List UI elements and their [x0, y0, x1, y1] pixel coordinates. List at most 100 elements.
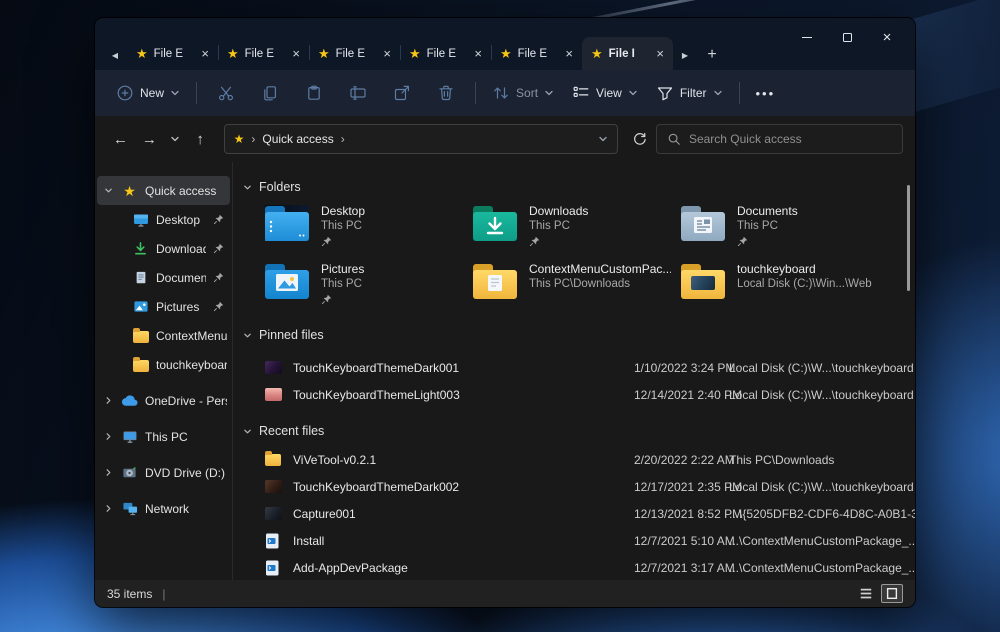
- rename-button[interactable]: [336, 76, 380, 110]
- view-label: View: [596, 86, 622, 100]
- folder-icon: [132, 357, 149, 373]
- file-row[interactable]: TouchKeyboardThemeLight003 12/14/2021 2:…: [265, 381, 915, 408]
- folder-tile-pictures[interactable]: Pictures This PC: [255, 262, 463, 310]
- sidebar-item-pictures[interactable]: Pictures: [97, 292, 230, 321]
- new-button[interactable]: New: [107, 76, 189, 110]
- file-date: 12/13/2021 8:52 PM: [634, 507, 729, 521]
- forward-button[interactable]: →: [136, 126, 163, 153]
- address-dropdown-icon[interactable]: [598, 134, 608, 144]
- search-input[interactable]: [689, 132, 892, 146]
- folder-tile-contextmenucustompac[interactable]: ContextMenuCustomPac... This PC\Download…: [463, 262, 671, 310]
- clipboard-icon: [305, 84, 323, 102]
- tab-file-explorer[interactable]: ★ File E ×: [127, 37, 218, 70]
- tab-close-icon[interactable]: ×: [292, 47, 300, 60]
- file-row[interactable]: Install 12/7/2021 5:10 AM ...\ContextMen…: [265, 527, 915, 554]
- scrollbar-thumb[interactable]: [907, 185, 910, 291]
- folder-tile-downloads[interactable]: Downloads This PC: [463, 204, 671, 252]
- delete-button[interactable]: [424, 76, 468, 110]
- tab-file-explorer[interactable]: ★ File E ×: [491, 37, 582, 70]
- titlebar: ◀ ★ File E × ★ File E × ★ File E × ★: [95, 18, 915, 70]
- file-row[interactable]: ViVeTool-v0.2.1 2/20/2022 2:22 AM This P…: [265, 446, 915, 473]
- file-row[interactable]: TouchKeyboardThemeDark001 1/10/2022 3:24…: [265, 354, 915, 381]
- tab-file-explorer[interactable]: ★ File E ×: [309, 37, 400, 70]
- pin-icon: [213, 301, 224, 312]
- copy-button[interactable]: [248, 76, 292, 110]
- maximize-button[interactable]: [827, 24, 867, 50]
- section-header-folders[interactable]: Folders: [243, 176, 915, 198]
- sidebar-item-downloads[interactable]: Downloads: [97, 234, 230, 263]
- sidebar-item-quick-access[interactable]: ★ Quick access: [97, 176, 230, 205]
- chevron-right-icon[interactable]: [104, 468, 114, 477]
- up-button[interactable]: ↑: [187, 126, 214, 153]
- share-button[interactable]: [380, 76, 424, 110]
- recent-locations-button[interactable]: [165, 126, 185, 153]
- toolbar-divider: [739, 82, 740, 104]
- sidebar-item-onedrive[interactable]: OneDrive - Personal: [97, 386, 230, 415]
- tab-scroll-left-button[interactable]: ◀: [103, 40, 127, 70]
- star-icon: ★: [591, 47, 603, 60]
- section-header-pinned-files[interactable]: Pinned files: [243, 324, 915, 346]
- new-tab-button[interactable]: +: [697, 40, 727, 70]
- yellow-folder-icon: [473, 263, 517, 299]
- paste-button[interactable]: [292, 76, 336, 110]
- sort-button[interactable]: Sort: [483, 76, 563, 110]
- section-header-recent-files[interactable]: Recent files: [243, 420, 915, 442]
- sidebar-label: Documents: [156, 271, 206, 285]
- navigation-bar: ← → ↑ ★ › Quick access ›: [95, 116, 915, 162]
- folder-tile-touchkeyboard[interactable]: touchkeyboard Local Disk (C:)\Win...\Web: [671, 262, 879, 310]
- sidebar-item-this-pc[interactable]: This PC: [97, 422, 230, 451]
- tab-file-explorer[interactable]: ★ File E ×: [400, 37, 491, 70]
- search-box[interactable]: [656, 124, 903, 154]
- view-button[interactable]: View: [563, 76, 647, 110]
- sidebar-item-desktop[interactable]: Desktop: [97, 205, 230, 234]
- item-count: 35 items: [107, 587, 152, 601]
- back-button[interactable]: ←: [107, 126, 134, 153]
- tab-file-explorer-active[interactable]: ★ File I ×: [582, 37, 673, 70]
- large-icons-view-button[interactable]: [881, 584, 903, 603]
- details-view-button[interactable]: [855, 584, 877, 603]
- tab-strip: ◀ ★ File E × ★ File E × ★ File E × ★: [103, 36, 727, 70]
- sidebar-item-network[interactable]: Network: [97, 494, 230, 523]
- breadcrumb-quick-access[interactable]: Quick access: [262, 132, 333, 146]
- chevron-right-icon[interactable]: [104, 504, 114, 513]
- tile-name: ContextMenuCustomPac...: [529, 262, 671, 277]
- documents-folder-icon: [681, 205, 725, 241]
- chevron-down-icon[interactable]: [104, 186, 114, 195]
- filter-button[interactable]: Filter: [647, 76, 732, 110]
- file-date: 12/7/2021 3:17 AM: [634, 561, 729, 575]
- sidebar-item-documents[interactable]: Documents: [97, 263, 230, 292]
- navigation-pane: ★ Quick access Desktop Downloads Documen…: [95, 162, 233, 580]
- file-row[interactable]: Add-AppDevPackage 12/7/2021 3:17 AM ...\…: [265, 554, 915, 580]
- folder-tile-desktop[interactable]: Desktop This PC: [255, 204, 463, 252]
- see-more-button[interactable]: •••: [747, 76, 785, 110]
- tab-label: File E: [427, 48, 469, 60]
- refresh-button[interactable]: [624, 126, 654, 153]
- sidebar-item-touchkeyboard[interactable]: touchkeyboard: [97, 350, 230, 379]
- folder-tile-documents[interactable]: Documents This PC: [671, 204, 879, 252]
- window-controls: ×: [787, 24, 907, 50]
- tab-close-icon[interactable]: ×: [565, 47, 573, 60]
- star-icon: ★: [318, 47, 330, 60]
- tab-close-icon[interactable]: ×: [656, 47, 664, 60]
- sidebar-item-contextmenucust[interactable]: ContextMenuCust: [97, 321, 230, 350]
- vertical-scrollbar[interactable]: [905, 162, 911, 580]
- chevron-right-icon[interactable]: [104, 396, 114, 405]
- file-location: Local Disk (C:)\W...\touchkeyboard: [729, 388, 915, 402]
- close-button[interactable]: ×: [867, 24, 907, 50]
- file-row[interactable]: TouchKeyboardThemeDark002 12/17/2021 2:3…: [265, 473, 915, 500]
- tab-close-icon[interactable]: ×: [201, 47, 209, 60]
- tile-location: This PC\Downloads: [529, 277, 671, 292]
- chevron-right-icon[interactable]: [104, 432, 114, 441]
- rename-icon: [349, 84, 367, 102]
- address-bar[interactable]: ★ › Quick access ›: [224, 124, 618, 154]
- tile-name: Pictures: [321, 262, 364, 277]
- tab-close-icon[interactable]: ×: [474, 47, 482, 60]
- cut-button[interactable]: [204, 76, 248, 110]
- file-row[interactable]: Capture001 12/13/2021 8:52 PM ...\{5205D…: [265, 500, 915, 527]
- tab-scroll-right-button[interactable]: ▶: [673, 40, 697, 70]
- tab-close-icon[interactable]: ×: [383, 47, 391, 60]
- minimize-button[interactable]: [787, 24, 827, 50]
- recent-files-list: ViVeTool-v0.2.1 2/20/2022 2:22 AM This P…: [243, 446, 915, 580]
- tab-file-explorer[interactable]: ★ File E ×: [218, 37, 309, 70]
- sidebar-item-dvd-drive[interactable]: DVD Drive (D:) CCCO: [97, 458, 230, 487]
